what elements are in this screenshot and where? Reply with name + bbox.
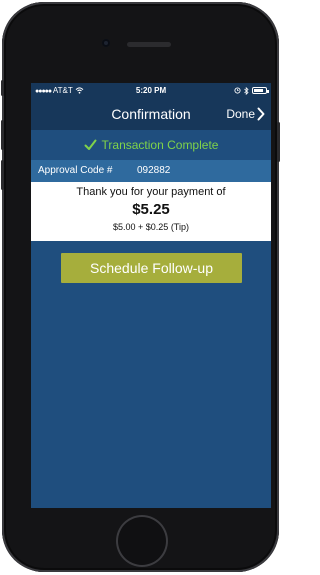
- bluetooth-icon: [244, 86, 249, 95]
- approval-code-row: Approval Code # 092882: [31, 160, 271, 182]
- battery-icon: [252, 87, 269, 94]
- payment-message: Thank you for your payment of: [76, 186, 226, 198]
- volume-down-button: [1, 160, 4, 190]
- chevron-right-icon: [257, 107, 265, 121]
- status-right: [234, 83, 269, 98]
- front-camera: [102, 39, 110, 47]
- approval-code-label: Approval Code #: [38, 165, 113, 176]
- done-button[interactable]: Done: [226, 98, 265, 130]
- alarm-icon: [234, 87, 241, 94]
- status-bar: ●●●●● AT&T 5:20 PM: [31, 83, 271, 98]
- payment-amount: $5.25: [132, 201, 170, 218]
- transaction-status-banner: Transaction Complete: [31, 130, 271, 160]
- app-screen: ●●●●● AT&T 5:20 PM Confirmation Done Tra…: [31, 83, 271, 508]
- volume-up-button: [1, 120, 4, 150]
- transaction-status-text: Transaction Complete: [101, 138, 219, 152]
- payment-summary-card: Thank you for your payment of $5.25 $5.0…: [31, 182, 271, 241]
- earpiece-speaker: [127, 42, 171, 47]
- done-button-label: Done: [226, 107, 255, 121]
- battery-fill: [254, 89, 263, 92]
- phone-frame: ●●●●● AT&T 5:20 PM Confirmation Done Tra…: [1, 2, 280, 572]
- power-button: [277, 122, 280, 162]
- silent-switch: [1, 80, 4, 96]
- payment-breakdown: $5.00 + $0.25 (Tip): [113, 222, 189, 232]
- checkmark-icon: [84, 139, 97, 150]
- navigation-bar: Confirmation Done: [31, 98, 271, 130]
- schedule-follow-up-button[interactable]: Schedule Follow-up: [61, 253, 242, 283]
- approval-code-value: 092882: [137, 165, 171, 176]
- home-button[interactable]: [116, 515, 168, 567]
